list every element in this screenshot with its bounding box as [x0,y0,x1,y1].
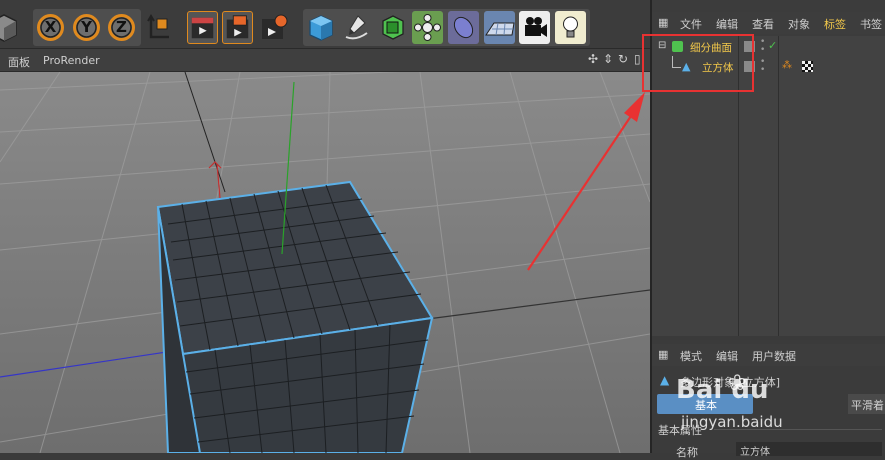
phong-tag-icon[interactable]: ⁂ [782,60,792,71]
light-button[interactable] [555,11,586,44]
camera-button[interactable] [519,11,550,44]
deformer-button[interactable] [448,11,479,44]
tab-phong-label: 平滑着 [851,399,884,412]
cube-primitive-button[interactable] [305,11,336,44]
visibility-dots-icon[interactable]: • • [760,38,765,55]
tab-basic[interactable]: 基本 [657,394,753,414]
om-menu-object[interactable]: 对象 [788,16,810,32]
attr-object-title: 多边形对象 [立方体] [680,376,781,389]
enabled-check-icon[interactable]: ✓ [768,39,777,52]
tab-basic-label: 基本 [695,399,717,412]
tab-phong[interactable]: 平滑着 [848,394,885,414]
render-settings-button[interactable] [258,11,289,44]
om-menu-file[interactable]: 文件 [680,16,702,32]
section-rule [714,429,882,430]
rotate-view-icon[interactable]: ↻ [618,52,628,66]
menu-prorender[interactable]: ProRender [43,54,100,67]
polygon-object-icon: ▲ [660,373,670,387]
attr-menu-mode[interactable]: 模式 [680,348,702,364]
render-picture-viewer-button[interactable] [222,11,253,44]
selection-highlight-box [642,34,754,92]
cube-icon-partial[interactable] [0,11,19,44]
om-menu-edit[interactable]: 编辑 [716,16,738,32]
3d-viewport[interactable] [0,72,650,453]
coordinate-system-button[interactable] [143,11,174,44]
x-axis-label: X [44,18,57,36]
om-menu-view[interactable]: 查看 [752,16,774,32]
z-axis-lock-button[interactable]: Z [106,11,137,44]
pen-spline-button[interactable] [341,11,372,44]
subdivision-surface-button[interactable] [377,11,408,44]
attribute-menubar: ▦ 模式 编辑 用户数据 [652,344,885,366]
z-axis-label: Z [116,18,127,36]
attr-menu-edit[interactable]: 编辑 [716,348,738,364]
render-view-button[interactable] [187,11,218,44]
menu-panel[interactable]: 面板 [8,54,30,70]
object-manager-menubar: ▦ 文件 编辑 查看 对象 标签 书签 [652,12,885,34]
name-label: 名称 [676,446,698,459]
name-field-value: 立方体 [740,447,770,458]
grip-icon: ▦ [658,348,669,361]
toggle-view-icon[interactable]: ▯ [634,52,641,66]
visibility-dots-icon[interactable]: • • [760,58,765,75]
section-title: 基本属性 [658,424,702,437]
om-menu-tags[interactable]: 标签 [824,16,846,32]
move-view-icon[interactable]: ✣ [588,52,598,66]
x-axis-lock-button[interactable]: X [35,11,66,44]
y-axis-lock-button[interactable]: Y [71,11,102,44]
y-axis-label: Y [81,18,92,36]
viewport-header: 面板 ProRender ✣ ⇕ ↻ ▯ [0,49,650,72]
material-tag-icon[interactable] [802,61,813,72]
om-menu-bookmarks[interactable]: 书签 [860,16,882,32]
object-manager-list: ⊟ 细分曲面 • • ✓ ▲ 立方体 • • ⁂ [642,34,885,336]
zoom-view-icon[interactable]: ⇕ [603,52,613,66]
attribute-manager: ▦ 模式 编辑 用户数据 ▲ 多边形对象 [立方体] 基本 平滑着 基本属性 名… [652,340,885,459]
cloner-button[interactable] [412,11,443,44]
attr-menu-userdata[interactable]: 用户数据 [752,348,796,364]
floor-scene-button[interactable] [484,11,515,44]
grip-icon: ▦ [658,16,668,29]
viewport-scene [0,72,650,453]
name-field[interactable]: 立方体 [736,442,882,458]
